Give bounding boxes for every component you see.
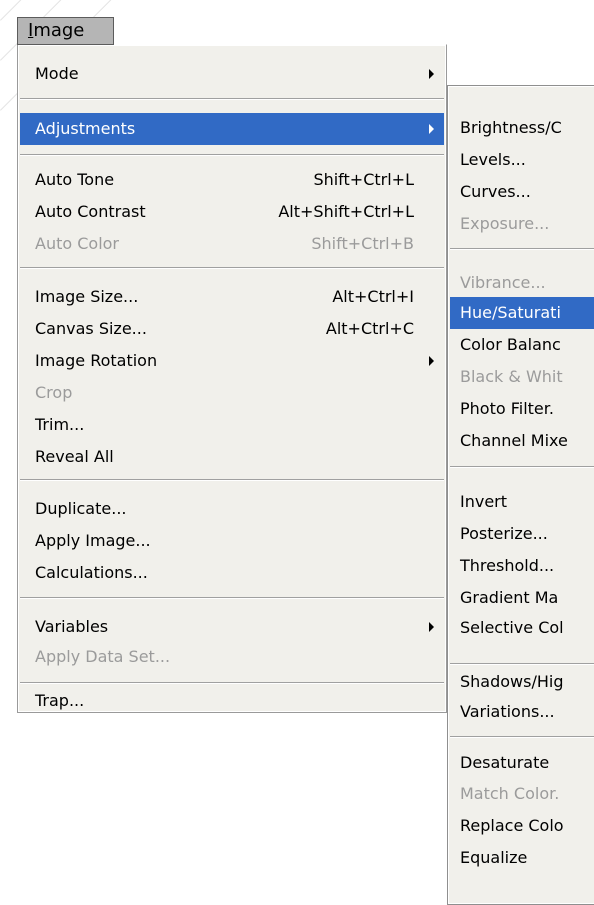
submenu-arrow-icon <box>429 356 434 366</box>
menu-item-label: Hue/Saturati <box>460 303 561 322</box>
menu-item-label: Calculations... <box>35 563 148 582</box>
submenu-item-shadows-highlights[interactable]: Shadows/Hig <box>450 666 594 698</box>
menu-item-label: Image Rotation <box>35 351 158 370</box>
adjustments-submenu: Brightness/C Levels... Curves... Exposur… <box>447 85 594 905</box>
menu-item-auto-tone[interactable]: Auto Tone Shift+Ctrl+L <box>20 164 444 196</box>
menu-item-variables[interactable]: Variables <box>20 611 444 643</box>
menu-item-label: Mode <box>35 64 79 83</box>
menu-item-label: Black & Whit <box>460 367 563 386</box>
submenu-item-selective-color[interactable]: Selective Col <box>450 612 594 644</box>
menu-item-shortcut: Alt+Ctrl+I <box>332 287 414 306</box>
menu-item-auto-color: Auto Color Shift+Ctrl+B <box>20 228 444 260</box>
menu-item-label: Gradient Ma <box>460 588 559 607</box>
submenu-item-curves[interactable]: Curves... <box>450 176 594 208</box>
menu-item-image-size[interactable]: Image Size... Alt+Ctrl+I <box>20 281 444 313</box>
menu-separator <box>20 682 444 684</box>
menu-item-label: Match Color. <box>460 784 560 803</box>
menu-separator <box>450 736 594 738</box>
menu-separator <box>20 154 444 156</box>
menu-item-label: Photo Filter. <box>460 399 554 418</box>
menu-item-label: Crop <box>35 383 73 402</box>
menu-item-crop: Crop <box>20 377 444 409</box>
submenu-item-equalize[interactable]: Equalize <box>450 842 594 874</box>
menu-item-label: Image Size... <box>35 287 139 306</box>
menu-item-label: Variations... <box>460 702 555 721</box>
menu-separator <box>20 479 444 481</box>
menu-item-label: Trap... <box>35 691 85 710</box>
menu-item-label: Brightness/C <box>460 118 562 137</box>
menu-item-label: Variables <box>35 617 109 636</box>
submenu-arrow-icon <box>429 124 434 134</box>
menubar-image-label: Image <box>28 20 85 41</box>
menu-item-label: Trim... <box>35 415 85 434</box>
menu-item-label: Apply Image... <box>35 531 151 550</box>
menu-item-label: Auto Tone <box>35 170 115 189</box>
menu-item-label: Auto Contrast <box>35 202 146 221</box>
submenu-item-invert[interactable]: Invert <box>450 486 594 518</box>
menu-item-label: Vibrance... <box>460 273 546 292</box>
menu-separator <box>450 466 594 468</box>
submenu-item-gradient-map[interactable]: Gradient Ma <box>450 582 594 614</box>
menu-item-auto-contrast[interactable]: Auto Contrast Alt+Shift+Ctrl+L <box>20 196 444 228</box>
menu-item-trim[interactable]: Trim... <box>20 409 444 441</box>
submenu-item-photo-filter[interactable]: Photo Filter. <box>450 393 594 425</box>
menu-item-label: Auto Color <box>35 234 120 253</box>
menu-item-apply-data-set: Apply Data Set... <box>20 641 444 673</box>
menu-item-shortcut: Alt+Shift+Ctrl+L <box>278 202 414 221</box>
menu-item-label: Apply Data Set... <box>35 647 171 666</box>
menu-item-label: Equalize <box>460 848 528 867</box>
menu-item-duplicate[interactable]: Duplicate... <box>20 493 444 525</box>
menu-item-label: Shadows/Hig <box>460 672 564 691</box>
menu-item-shortcut: Shift+Ctrl+L <box>313 170 414 189</box>
submenu-item-levels[interactable]: Levels... <box>450 144 594 176</box>
menu-item-mode[interactable]: Mode <box>20 58 444 90</box>
menu-item-label: Adjustments <box>35 119 136 138</box>
menu-item-label: Threshold... <box>460 556 555 575</box>
menu-item-label: Selective Col <box>460 618 564 637</box>
menu-separator <box>20 267 444 269</box>
menu-item-label: Curves... <box>460 182 531 201</box>
menu-item-label: Posterize... <box>460 524 548 543</box>
submenu-item-match-color: Match Color. <box>450 778 594 810</box>
menu-item-label: Channel Mixe <box>460 431 568 450</box>
menu-separator <box>450 663 594 665</box>
submenu-item-threshold[interactable]: Threshold... <box>450 550 594 582</box>
submenu-arrow-icon <box>429 622 434 632</box>
menu-item-canvas-size[interactable]: Canvas Size... Alt+Ctrl+C <box>20 313 444 345</box>
submenu-item-desaturate[interactable]: Desaturate <box>450 747 594 779</box>
menu-item-trap[interactable]: Trap... <box>20 685 444 717</box>
menu-item-calculations[interactable]: Calculations... <box>20 557 444 589</box>
menu-item-label: Reveal All <box>35 447 114 466</box>
menu-item-adjustments[interactable]: Adjustments <box>20 113 444 145</box>
menu-item-image-rotation[interactable]: Image Rotation <box>20 345 444 377</box>
submenu-item-variations[interactable]: Variations... <box>450 696 594 728</box>
menu-item-label: Desaturate <box>460 753 550 772</box>
image-menu: Mode Adjustments Auto Tone Shift+Ctrl+L … <box>17 44 447 713</box>
menu-item-label: Replace Colo <box>460 816 564 835</box>
menubar-image[interactable]: Image <box>17 17 114 45</box>
submenu-item-posterize[interactable]: Posterize... <box>450 518 594 550</box>
submenu-item-hue-saturation[interactable]: Hue/Saturati <box>450 297 594 329</box>
submenu-arrow-icon <box>429 69 434 79</box>
menu-item-apply-image[interactable]: Apply Image... <box>20 525 444 557</box>
menu-item-shortcut: Shift+Ctrl+B <box>311 234 414 253</box>
menu-item-label: Color Balanc <box>460 335 561 354</box>
menu-item-reveal-all[interactable]: Reveal All <box>20 441 444 473</box>
submenu-item-black-white: Black & Whit <box>450 361 594 393</box>
submenu-item-replace-color[interactable]: Replace Colo <box>450 810 594 842</box>
menu-separator <box>20 597 444 599</box>
menu-item-label: Canvas Size... <box>35 319 147 338</box>
submenu-item-channel-mixer[interactable]: Channel Mixe <box>450 425 594 457</box>
menu-item-label: Exposure... <box>460 214 550 233</box>
submenu-item-brightness-contrast[interactable]: Brightness/C <box>450 112 594 144</box>
submenu-item-color-balance[interactable]: Color Balanc <box>450 329 594 361</box>
menu-item-shortcut: Alt+Ctrl+C <box>325 319 414 338</box>
menu-item-label: Duplicate... <box>35 499 127 518</box>
submenu-item-vibrance: Vibrance... <box>450 267 594 299</box>
menu-item-label: Invert <box>460 492 508 511</box>
menu-separator <box>450 248 594 250</box>
menu-item-label: Levels... <box>460 150 526 169</box>
submenu-item-exposure: Exposure... <box>450 208 594 240</box>
menu-separator <box>20 98 444 100</box>
